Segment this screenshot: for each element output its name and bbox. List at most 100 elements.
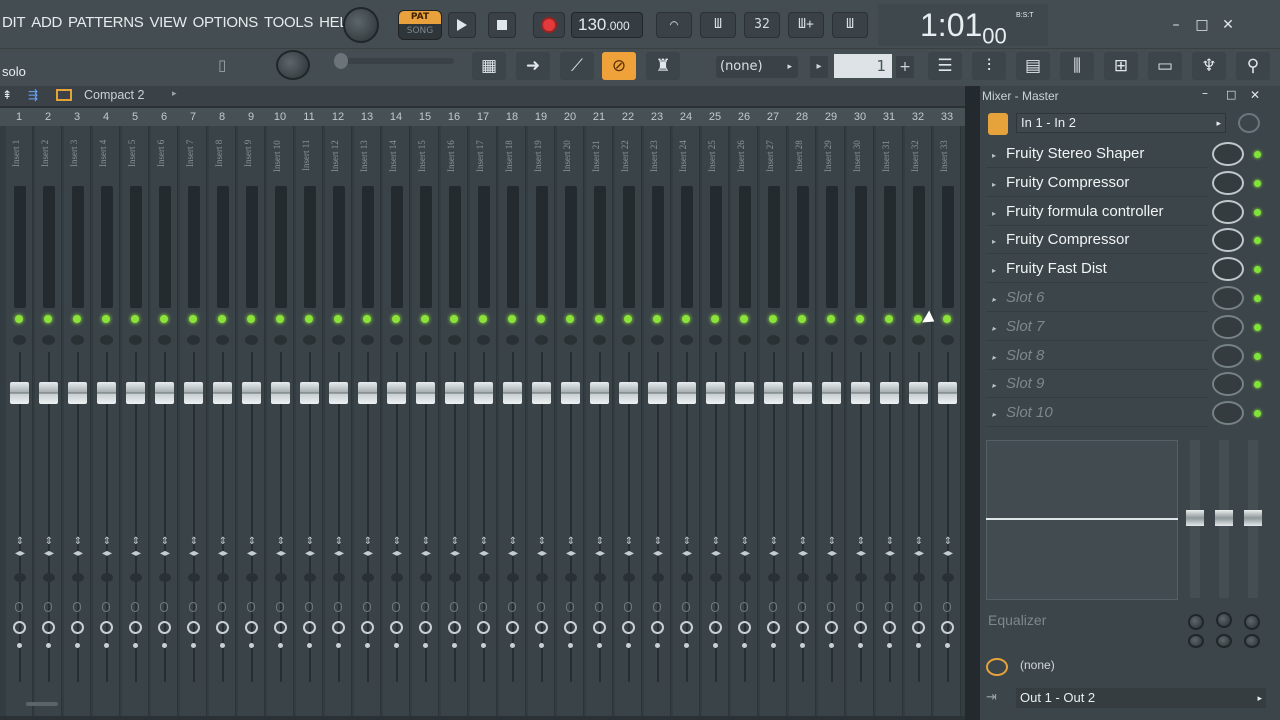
master-volume-knob[interactable] [343,7,379,43]
slot-mix-knob[interactable] [1212,286,1244,310]
mixer-view-label[interactable]: Compact 2 [84,88,144,102]
stereo-separation-knob[interactable] [827,602,835,612]
pan-knob[interactable] [419,335,432,345]
effect-slot[interactable]: ▸ Fruity Stereo Shaper [986,140,1208,168]
mixer-strip[interactable]: Insert 22 ⇕ ◂▸ [615,126,642,716]
route-knob[interactable] [623,573,635,582]
swap-arrows-icon[interactable]: ⇕ ◂▸ [330,536,348,560]
swap-arrows-icon[interactable]: ⇕ ◂▸ [910,536,928,560]
stereo-separation-knob[interactable] [943,602,951,612]
send-circle-icon[interactable] [796,621,809,634]
send-circle-icon[interactable] [13,621,26,634]
input-selector[interactable]: In 1 - In 2 ▸ [1016,113,1226,133]
volume-fader[interactable] [561,382,580,404]
stereo-separation-knob[interactable] [334,602,342,612]
eq-freq-knob-2[interactable] [1216,612,1232,628]
route-dot[interactable] [365,643,370,648]
swap-arrows-icon[interactable]: ⇕ ◂▸ [475,536,493,560]
stereo-separation-knob[interactable] [508,602,516,612]
volume-fader[interactable] [39,382,58,404]
stereo-separation-knob[interactable] [682,602,690,612]
route-dot[interactable] [75,643,80,648]
song-position-clock[interactable]: 1:0100 B:S:T [878,4,1048,48]
mixer-strip[interactable]: Insert 1 ⇕ ◂▸ [6,126,33,716]
send-circle-icon[interactable] [100,621,113,634]
volume-fader[interactable] [677,382,696,404]
route-dot[interactable] [162,643,167,648]
swap-arrows-icon[interactable]: ⇕ ◂▸ [69,536,87,560]
effect-slot[interactable]: ▸ Slot 9 [986,370,1208,399]
paint-tool-button[interactable]: ⟋ [560,52,594,80]
swap-arrows-icon[interactable]: ⇕ ◂▸ [98,536,116,560]
mixer-strip[interactable]: Insert 12 ⇕ ◂▸ [325,126,352,716]
stereo-separation-knob[interactable] [711,602,719,612]
send-circle-icon[interactable] [941,621,954,634]
route-knob[interactable] [884,573,896,582]
route-dot[interactable] [104,643,109,648]
route-knob[interactable] [768,573,780,582]
mixer-strip[interactable]: Insert 6 ⇕ ◂▸ [151,126,178,716]
stereo-separation-knob[interactable] [131,602,139,612]
pan-knob[interactable] [680,335,693,345]
swap-arrows-icon[interactable]: ⇕ ◂▸ [794,536,812,560]
send-circle-icon[interactable] [564,621,577,634]
mixer-strip[interactable]: Insert 15 ⇕ ◂▸ [412,126,439,716]
route-knob[interactable] [478,573,490,582]
effect-slot[interactable]: ▸ Slot 6 [986,284,1208,312]
send-circle-icon[interactable] [129,621,142,634]
mixer-strip[interactable]: Insert 26 ⇕ ◂▸ [731,126,758,716]
eq-bw-knob-1[interactable] [1188,634,1204,648]
swap-arrows-icon[interactable]: ⇕ ◂▸ [301,536,319,560]
route-knob[interactable] [913,573,925,582]
pan-knob[interactable] [71,335,84,345]
route-knob[interactable] [681,573,693,582]
maximize-button[interactable]: □ [1192,16,1212,34]
route-knob[interactable] [159,573,171,582]
swap-arrows-icon[interactable]: ⇕ ◂▸ [591,536,609,560]
stop-button[interactable] [488,12,516,38]
project-button[interactable]: ▭ [1148,52,1182,80]
stereo-separation-knob[interactable] [15,602,23,612]
swap-arrows-icon[interactable]: ⇕ ◂▸ [40,536,58,560]
pan-knob[interactable] [274,335,287,345]
route-knob[interactable] [507,573,519,582]
send-circle-icon[interactable] [71,621,84,634]
swap-arrows-icon[interactable]: ⇕ ◂▸ [11,536,29,560]
volume-fader[interactable] [735,382,754,404]
stereo-separation-knob[interactable] [856,602,864,612]
plugin-button[interactable]: ♆ [1192,52,1226,80]
route-knob[interactable] [420,573,432,582]
mixer-strip[interactable]: Insert 28 ⇕ ◂▸ [789,126,816,716]
swap-arrows-icon[interactable]: ⇕ ◂▸ [388,536,406,560]
swap-arrows-icon[interactable]: ⇕ ◂▸ [272,536,290,560]
pan-knob[interactable] [535,335,548,345]
route-dot[interactable] [858,643,863,648]
swap-arrows-icon[interactable]: ⇕ ◂▸ [504,536,522,560]
eq-band-mid-handle[interactable] [1215,510,1233,526]
send-circle-icon[interactable] [738,621,751,634]
route-dot[interactable] [916,643,921,648]
enable-led[interactable] [421,315,429,323]
menu-tools[interactable]: TOOLS [264,14,313,36]
close-button[interactable]: ✕ [1218,16,1238,34]
route-dot[interactable] [800,643,805,648]
effect-slot[interactable]: ▸ Slot 7 [986,313,1208,341]
playlist-button[interactable]: ☰ [928,52,962,80]
arrow-tool-button[interactable]: ➜ [516,52,550,80]
route-dot[interactable] [539,643,544,648]
route-knob[interactable] [130,573,142,582]
eq-band-high-handle[interactable] [1244,510,1262,526]
send-circle-icon[interactable] [651,621,664,634]
pan-knob[interactable] [42,335,55,345]
swap-arrows-icon[interactable]: ⇕ ◂▸ [852,536,870,560]
enable-led[interactable] [392,315,400,323]
mixer-strip[interactable]: Insert 13 ⇕ ◂▸ [354,126,381,716]
volume-fader[interactable] [532,382,551,404]
enable-led[interactable] [537,315,545,323]
pan-knob[interactable] [332,335,345,345]
volume-fader[interactable] [387,382,406,404]
pre-icon[interactable] [988,113,1008,135]
pan-knob[interactable] [941,335,954,345]
mixer-strip[interactable]: Insert 21 ⇕ ◂▸ [586,126,613,716]
swap-arrows-icon[interactable]: ⇕ ◂▸ [533,536,551,560]
